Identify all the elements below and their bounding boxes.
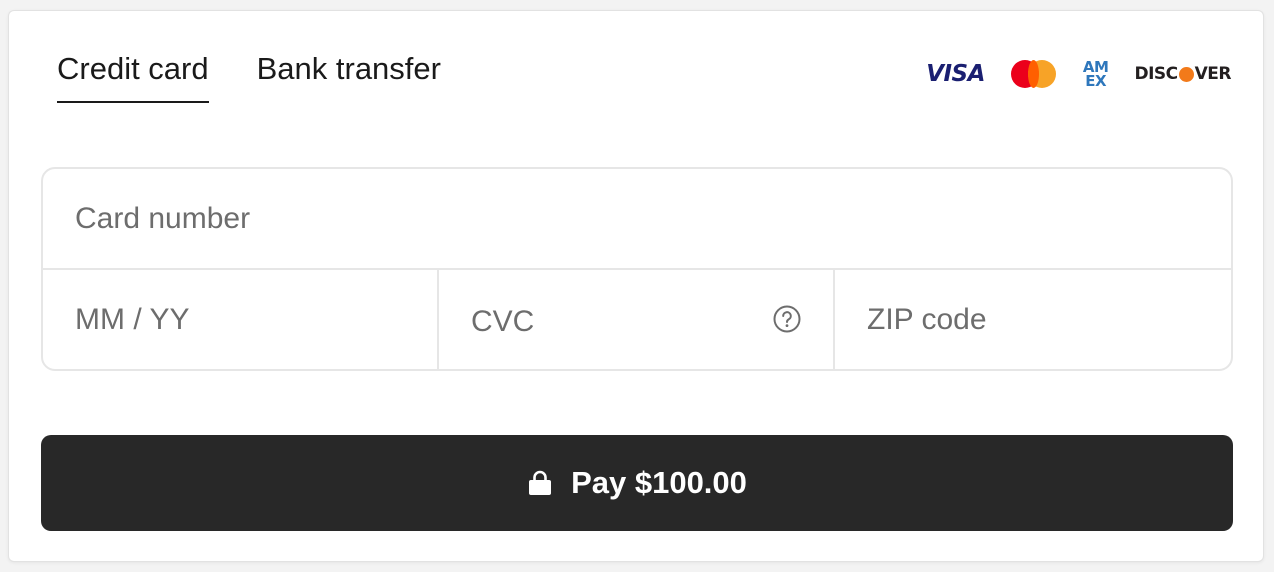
tab-credit-card[interactable]: Credit card [57,51,209,103]
mastercard-logo [1010,60,1057,88]
pay-button[interactable]: Pay $100.00 [41,435,1233,531]
expiry-cell [43,270,437,369]
card-number-input[interactable] [75,169,1199,268]
card-details-row [43,270,1231,369]
cvc-input[interactable] [471,272,801,369]
amex-logo-bottom: EX [1085,72,1107,90]
tab-bank-transfer[interactable]: Bank transfer [257,51,441,103]
card-details-form [41,167,1233,371]
discover-logo-left: DISC [1134,64,1178,84]
zip-input[interactable] [867,270,1199,369]
zip-cell [835,270,1231,369]
amex-logo: AM EX [1083,60,1109,90]
discover-logo-right: VER [1194,64,1232,84]
payment-card: Credit card Bank transfer VISA AM EX DIS… [8,10,1264,562]
pay-button-label: Pay $100.00 [571,465,747,500]
card-brand-logos: VISA AM EX DISC VER [926,59,1231,89]
payment-method-tabs: Credit card Bank transfer [57,51,489,103]
discover-dot-icon [1178,66,1194,82]
discover-logo: DISC VER [1134,64,1231,84]
lock-icon [529,470,552,495]
cvc-cell [437,270,835,369]
visa-logo: VISA [926,61,985,87]
expiry-input[interactable] [75,270,405,369]
question-circle-icon[interactable] [773,305,801,333]
card-number-row [43,169,1231,270]
